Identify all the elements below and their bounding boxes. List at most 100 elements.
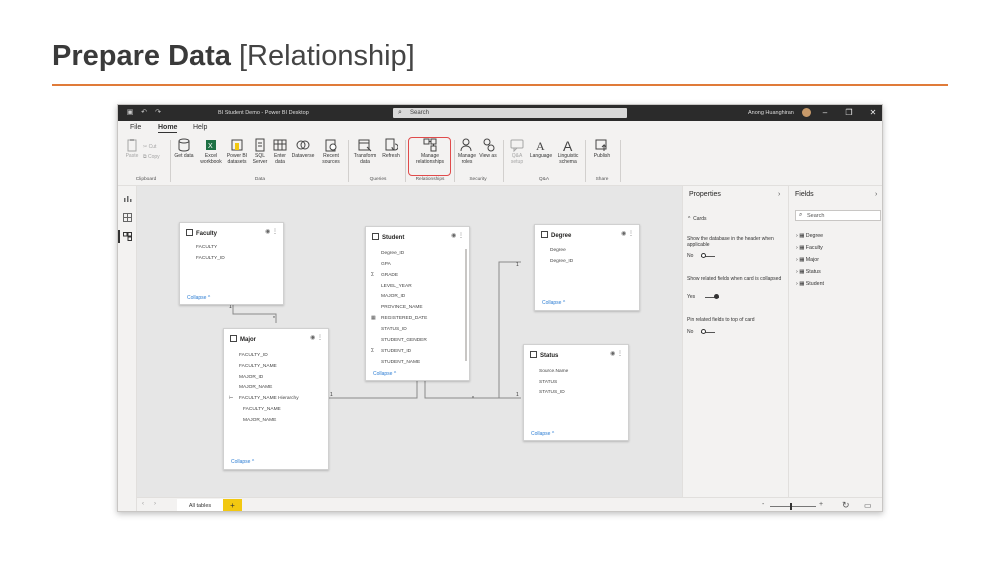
language-button[interactable]: A Language (528, 138, 554, 159)
toggle-show-database[interactable] (701, 253, 715, 258)
field[interactable]: LEVEL_YEAR (381, 284, 412, 289)
field[interactable]: STATUS_ID (539, 390, 565, 395)
table-card-student[interactable]: Student ◉ ⋮ Degree_ID GPA Σ GRADE LEVEL_… (365, 226, 470, 381)
paste-button[interactable]: Paste (123, 138, 141, 159)
collapse-link[interactable]: Collapse ^ (187, 295, 210, 301)
field-table-major[interactable]: › ▦ Major (796, 257, 819, 263)
field[interactable]: GRADE (381, 273, 398, 278)
cardinality-many: * (472, 396, 474, 402)
field[interactable]: STUDENT_GENDER (381, 338, 427, 343)
zoom-slider[interactable] (770, 506, 816, 507)
enter-data-button[interactable]: Enter data (271, 138, 289, 165)
collapse-link[interactable]: Collapse ^ (531, 431, 554, 437)
field[interactable]: FACULTY_NAME (239, 364, 277, 369)
field[interactable]: MAJOR_NAME (243, 418, 276, 423)
menu-file[interactable]: File (130, 124, 141, 131)
field-table-faculty[interactable]: › ▦ Faculty (796, 245, 823, 251)
field[interactable]: GPA (381, 262, 391, 267)
copy-button[interactable]: ⧉ Copy (143, 154, 160, 160)
add-layout-button[interactable]: + (223, 499, 242, 511)
avatar[interactable] (802, 108, 811, 117)
field[interactable]: FACULTY_ID (196, 256, 225, 261)
collapse-link[interactable]: Collapse ^ (373, 371, 396, 377)
card-header-icons[interactable]: ◉ ⋮ (621, 230, 634, 237)
collapse-properties-icon[interactable]: › (778, 191, 780, 198)
recent-sources-button[interactable]: Recent sources (318, 138, 344, 165)
cut-button[interactable]: ✂ Cut (143, 144, 156, 150)
field[interactable]: STATUS_ID (381, 327, 407, 332)
zoom-in-button[interactable]: + (819, 501, 823, 508)
field[interactable]: STUDENT_NAME (381, 360, 420, 365)
table-card-major[interactable]: Major ◉ ⋮ FACULTY_ID FACULTY_NAME MAJOR_… (223, 328, 329, 470)
field[interactable]: Source.Name (539, 369, 568, 374)
field-table-student[interactable]: › ▦ Student (796, 281, 824, 287)
field[interactable]: MAJOR_ID (239, 375, 263, 380)
redo-icon[interactable]: ↷ (154, 109, 162, 117)
field-table-degree[interactable]: › ▦ Degree (796, 233, 823, 239)
zoom-out-button[interactable]: - (762, 501, 764, 508)
card-scrollbar[interactable] (465, 249, 467, 361)
save-icon[interactable]: ▣ (126, 109, 134, 117)
menu-help[interactable]: Help (193, 124, 207, 131)
field[interactable]: REGISTERED_DATE (381, 316, 427, 321)
field[interactable]: MAJOR_ID (381, 294, 405, 299)
pbi-datasets-button[interactable]: Power BI datasets (224, 138, 250, 165)
field[interactable]: FACULTY (196, 245, 217, 250)
report-view-icon[interactable] (123, 194, 132, 203)
title-bar: ▣ ↶ ↷ BI Student Demo - Power BI Desktop… (118, 105, 882, 121)
zoom-slider-thumb[interactable] (790, 503, 792, 510)
transform-data-button[interactable]: Transform data (352, 138, 378, 165)
manage-relationships-button[interactable]: Manage relationships (410, 138, 450, 165)
card-header-icons[interactable]: ◉ ⋮ (451, 232, 464, 239)
card-header-icons[interactable]: ◉ ⋮ (310, 334, 323, 341)
collapse-link[interactable]: Collapse ^ (231, 459, 254, 465)
field[interactable]: Degree_ID (550, 259, 573, 264)
view-as-button[interactable]: View as (479, 138, 497, 159)
card-header-icons[interactable]: ◉ ⋮ (610, 350, 623, 357)
close-button[interactable]: ✕ (866, 107, 880, 119)
minimize-button[interactable]: – (818, 107, 832, 119)
collapse-link[interactable]: Collapse ^ (542, 300, 565, 306)
reset-view-icon[interactable]: ↻ (842, 500, 850, 511)
ribbon-separator (585, 140, 586, 182)
field[interactable]: Degree_ID (381, 251, 404, 256)
excel-workbook-button[interactable]: X Excel workbook (197, 138, 225, 165)
cards-section[interactable]: ^ Cards (688, 216, 784, 222)
collapse-fields-icon[interactable]: › (875, 191, 877, 198)
refresh-button[interactable]: Refresh (380, 138, 402, 159)
qa-setup-button[interactable]: Q&A setup (506, 138, 528, 165)
data-view-icon[interactable] (123, 213, 132, 222)
field[interactable]: FACULTY_ID (239, 353, 268, 358)
get-data-button[interactable]: Get data (174, 138, 194, 159)
fields-search-input[interactable]: ⌕ Search (795, 210, 881, 221)
field[interactable]: Degree (550, 248, 566, 253)
fit-to-screen-icon[interactable]: ▭ (864, 501, 872, 510)
field[interactable]: PROVINCE_NAME (381, 305, 423, 310)
undo-icon[interactable]: ↶ (140, 109, 148, 117)
tab-all-tables[interactable]: All tables (177, 499, 223, 511)
search-input[interactable]: ⌕ Search (393, 108, 627, 118)
menu-home[interactable]: Home (158, 124, 178, 133)
table-card-faculty[interactable]: Faculty ◉ ⋮ FACULTY FACULTY_ID Collapse … (179, 222, 284, 305)
field[interactable]: MAJOR_NAME (239, 385, 272, 390)
toggle-pin-related[interactable] (701, 329, 715, 334)
field[interactable]: STATUS (539, 380, 557, 385)
publish-button[interactable]: Publish (590, 138, 614, 159)
maximize-button[interactable]: ❐ (842, 107, 856, 119)
model-canvas[interactable]: 1 * 1 * 1 * * 1 Faculty ◉ ⋮ FACULTY FACU… (137, 186, 682, 497)
linguistic-schema-button[interactable]: A Linguistic schema (555, 138, 581, 165)
table-card-degree[interactable]: Degree ◉ ⋮ Degree Degree_ID Collapse ^ (534, 224, 640, 311)
field[interactable]: FACULTY_NAME (243, 407, 281, 412)
field[interactable]: STUDENT_ID (381, 349, 411, 354)
table-card-status[interactable]: Status ◉ ⋮ Source.Name STATUS STATUS_ID … (523, 344, 629, 441)
sql-server-button[interactable]: SQL Server (250, 138, 270, 165)
dataverse-button[interactable]: Dataverse (289, 138, 317, 159)
manage-roles-button[interactable]: Manage roles (456, 138, 478, 165)
toggle-show-related[interactable] (705, 294, 719, 299)
tab-prev-icon[interactable]: ‹ (142, 501, 144, 507)
tab-next-icon[interactable]: › (154, 501, 156, 507)
model-view-icon[interactable] (123, 232, 132, 241)
field[interactable]: FACULTY_NAME Hierarchy (239, 396, 299, 401)
card-header-icons[interactable]: ◉ ⋮ (265, 228, 278, 235)
field-table-status[interactable]: › ▦ Status (796, 269, 821, 275)
